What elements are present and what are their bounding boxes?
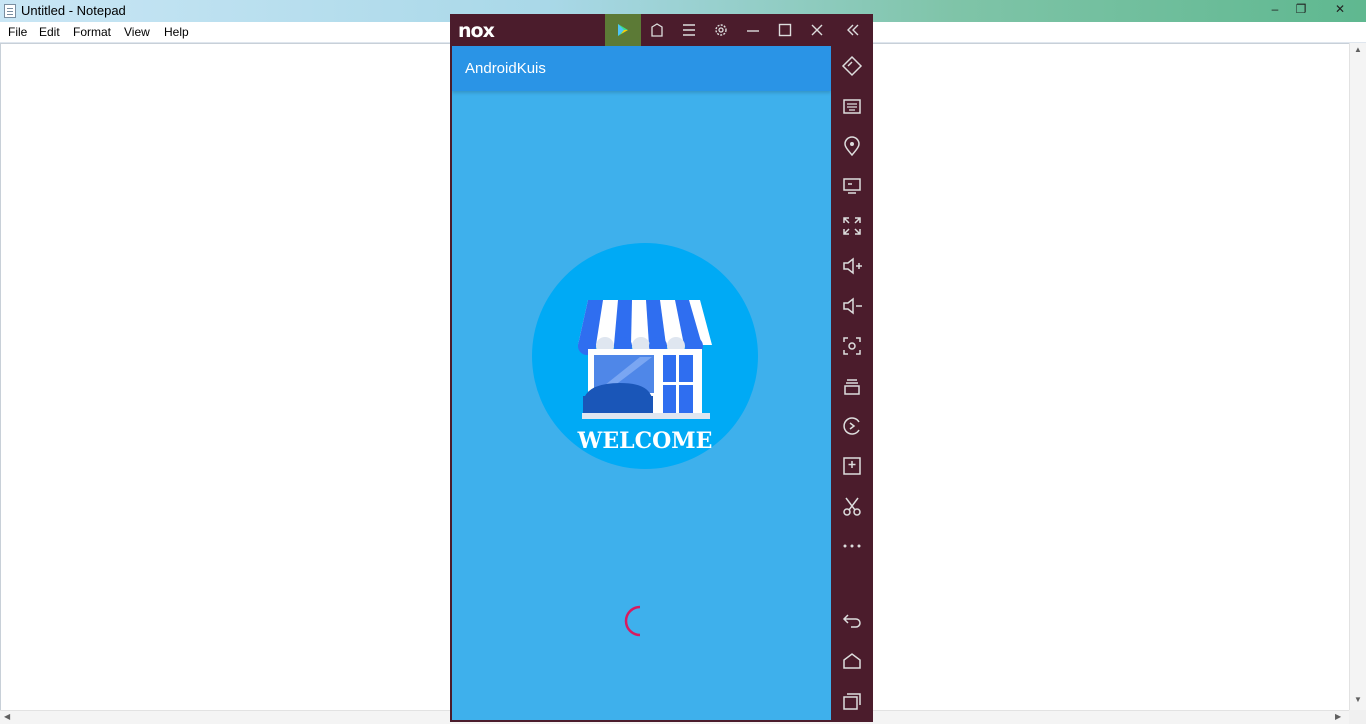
play-store-button[interactable]: [605, 14, 641, 46]
menu-button[interactable]: [673, 14, 705, 46]
minimize-icon: [747, 30, 759, 32]
menu-help[interactable]: Help: [164, 25, 189, 39]
settings-button[interactable]: [705, 14, 737, 46]
nox-title-bar[interactable]: nox: [450, 14, 873, 46]
nox-minimize-button[interactable]: [737, 14, 769, 46]
window-title: Untitled - Notepad: [21, 3, 126, 18]
apk-install-button[interactable]: [641, 14, 673, 46]
scroll-right-arrow-icon[interactable]: ▶: [1335, 712, 1341, 721]
fullscreen-icon: [843, 217, 861, 235]
more-icon: [843, 544, 861, 548]
minimize-button[interactable]: –: [1263, 1, 1287, 17]
vertical-scrollbar[interactable]: ▲ ▼: [1349, 43, 1366, 710]
screen-icon: [843, 178, 861, 194]
app-bar: AndroidKuis: [452, 46, 831, 91]
close-button[interactable]: ✕: [1328, 1, 1352, 17]
menu-edit[interactable]: Edit: [39, 25, 60, 39]
screenshot-icon: [843, 337, 861, 355]
home-icon: [843, 653, 861, 669]
keyboard-button[interactable]: [831, 86, 873, 126]
multi-instance-icon: [844, 379, 860, 395]
collapse-sidebar-button[interactable]: [837, 14, 869, 46]
keyboard-icon: [843, 99, 861, 114]
volume-down-icon: [843, 297, 862, 315]
collapse-icon: [847, 24, 859, 36]
location-button[interactable]: [831, 126, 873, 166]
menu-format[interactable]: Format: [73, 25, 111, 39]
menu-file[interactable]: File: [8, 25, 27, 39]
android-screen[interactable]: AndroidKuis WELCOME: [452, 46, 831, 720]
cut-icon: [843, 497, 861, 516]
nox-emulator-window: nox AndroidKuis WELCOME: [450, 14, 873, 722]
nox-close-button[interactable]: [801, 14, 833, 46]
multi-instance-button[interactable]: [831, 366, 873, 406]
rotate-button[interactable]: [831, 46, 873, 86]
volume-down-button[interactable]: [831, 286, 873, 326]
menu-view[interactable]: View: [124, 25, 150, 39]
welcome-text: WELCOME: [577, 428, 713, 454]
notepad-icon: [4, 4, 16, 18]
play-store-icon: [618, 24, 628, 36]
nox-maximize-button[interactable]: [769, 14, 801, 46]
scrollbar-corner: [1349, 710, 1366, 724]
loading-spinner: [624, 605, 641, 637]
recents-button[interactable]: [831, 681, 873, 721]
rotate-icon: [841, 55, 863, 77]
nox-logo: nox: [458, 20, 495, 42]
menu-icon: [683, 24, 695, 36]
scroll-up-arrow-icon[interactable]: ▲: [1354, 45, 1362, 54]
scroll-down-arrow-icon[interactable]: ▼: [1354, 695, 1362, 704]
welcome-store-image: WELCOME: [532, 243, 758, 469]
add-apk-icon: [843, 457, 861, 475]
scroll-left-arrow-icon[interactable]: ◀: [4, 712, 10, 721]
home-button[interactable]: [831, 641, 873, 681]
sync-button[interactable]: [831, 406, 873, 446]
more-button[interactable]: [831, 526, 873, 566]
back-button[interactable]: [831, 601, 873, 641]
volume-up-button[interactable]: [831, 246, 873, 286]
settings-icon: [715, 24, 727, 36]
add-apk-button[interactable]: [831, 446, 873, 486]
nox-sidebar: [831, 46, 873, 722]
location-icon: [844, 136, 860, 157]
screenshot-button[interactable]: [831, 326, 873, 366]
maximize-icon: [778, 23, 792, 37]
volume-up-icon: [843, 257, 862, 275]
apk-install-icon: [651, 23, 663, 37]
screen-button[interactable]: [831, 166, 873, 206]
sync-icon: [843, 417, 860, 435]
back-icon: [842, 614, 861, 628]
app-title: AndroidKuis: [465, 60, 546, 77]
recents-icon: [843, 693, 861, 710]
fullscreen-button[interactable]: [831, 206, 873, 246]
close-icon: [811, 24, 823, 36]
restore-button[interactable]: ❐: [1289, 1, 1313, 17]
cut-button[interactable]: [831, 486, 873, 526]
